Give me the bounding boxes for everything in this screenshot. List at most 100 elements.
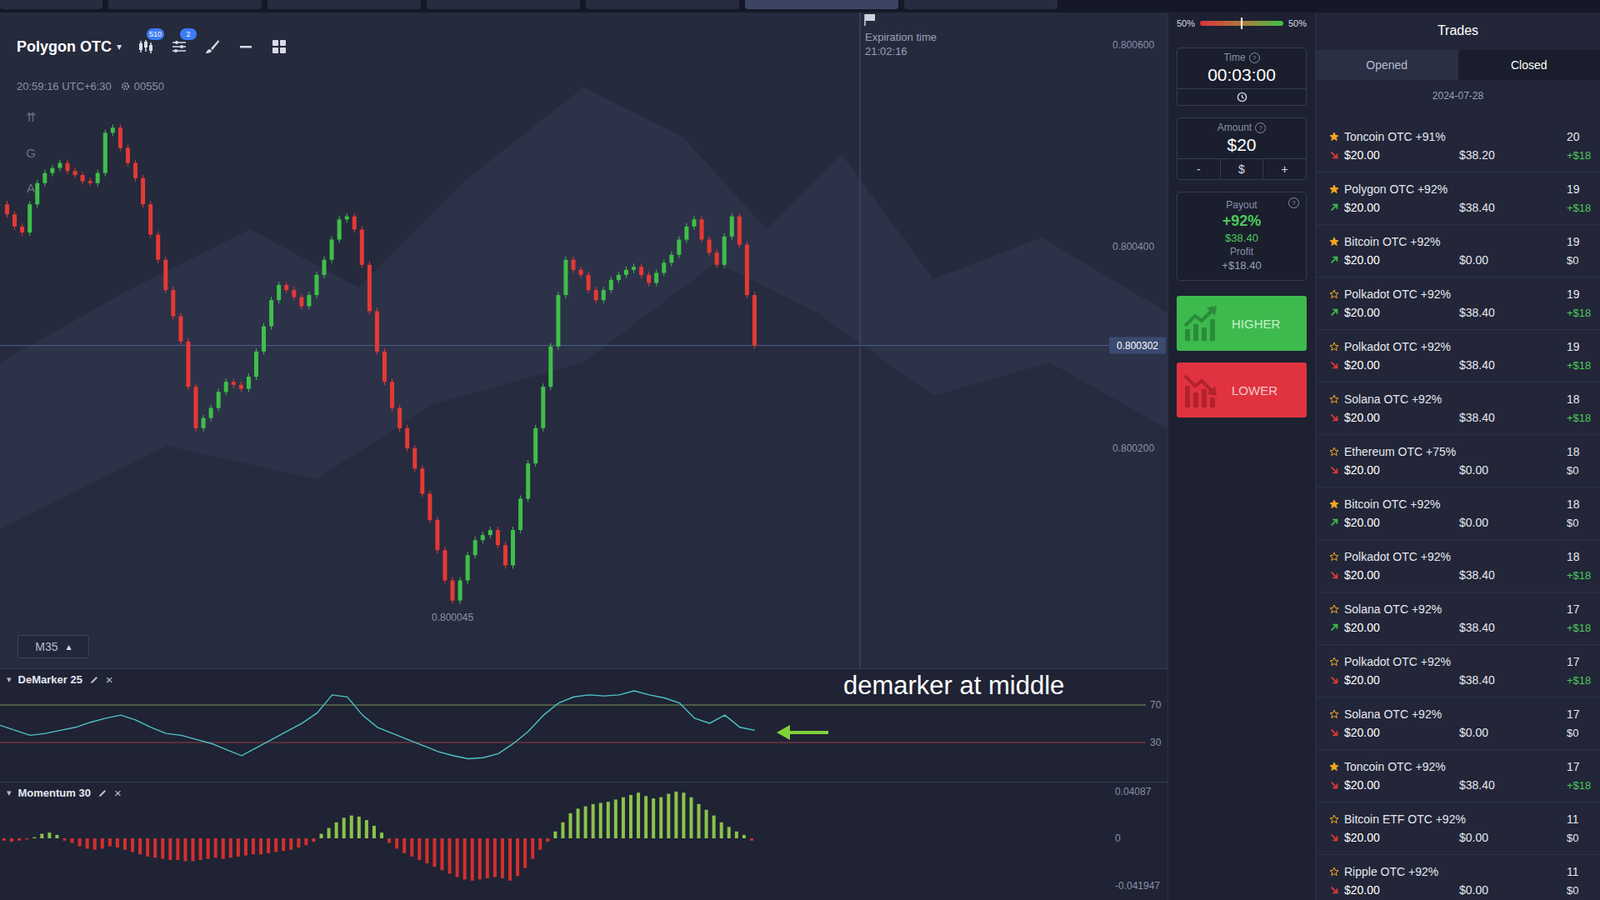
time-field[interactable]: Time? 00:03:00 — [1176, 47, 1307, 106]
trade-row[interactable]: Polkadot OTC +92% 19 $20.00 $38.40 +$18 — [1315, 277, 1600, 330]
momentum-bar — [78, 838, 82, 847]
top-tab[interactable] — [108, 0, 262, 10]
top-tab[interactable] — [745, 0, 899, 10]
star-icon[interactable] — [1329, 341, 1340, 352]
symbol-selector[interactable]: Polygon OTC▾ — [16, 38, 122, 56]
star-icon[interactable] — [1329, 709, 1340, 720]
candle — [65, 160, 70, 175]
candle — [700, 215, 705, 243]
drawing-button[interactable] — [203, 37, 222, 56]
trades-tab[interactable]: Opened — [1315, 50, 1459, 80]
top-tab[interactable] — [426, 0, 580, 10]
line-button[interactable] — [236, 37, 255, 56]
payout-percent: +92% — [1222, 212, 1262, 230]
trade-row[interactable]: Polkadot OTC +92% 19 $20.00 $38.40 +$18 — [1315, 330, 1600, 383]
trade-row[interactable]: Bitcoin OTC +92% 19 $20.00 $0.00 $0 — [1315, 225, 1600, 278]
star-icon[interactable] — [1329, 131, 1340, 142]
increase-button[interactable]: + — [1263, 159, 1306, 180]
remove-indicator[interactable]: × — [105, 672, 114, 687]
amount-field[interactable]: Amount? $20 - $ + — [1176, 117, 1307, 180]
momentum-bar — [402, 838, 406, 854]
trade-row[interactable]: Solana OTC +92% 17 $20.00 $0.00 $0 — [1315, 697, 1600, 750]
top-tab[interactable] — [585, 0, 740, 10]
time-value[interactable]: 00:03:00 — [1207, 63, 1276, 89]
momentum-bar — [560, 822, 565, 839]
momentum-bar — [221, 838, 225, 860]
momentum-bar — [523, 838, 527, 869]
amount-value[interactable]: $20 — [1226, 133, 1256, 159]
star-icon[interactable] — [1329, 656, 1340, 667]
collapse-toggle[interactable]: ▾ — [6, 674, 12, 685]
trade-row[interactable]: Solana OTC +92% 17 $20.00 $38.40 +$18 — [1315, 592, 1600, 645]
timeframe-button[interactable]: M35▴ — [17, 635, 90, 659]
trade-row[interactable]: Bitcoin ETF OTC +92% 11 $20.00 $0.00 $0 — [1315, 802, 1600, 855]
collapse-toggle[interactable]: ▾ — [6, 787, 12, 799]
candle — [231, 378, 236, 389]
momentum-bar — [440, 838, 444, 870]
pencil-icon[interactable] — [97, 788, 108, 799]
top-tab[interactable] — [0, 0, 103, 10]
star-icon[interactable] — [1329, 184, 1340, 195]
indicator-title: DeMarker 25 — [18, 673, 83, 686]
help-icon[interactable]: ? — [1249, 52, 1260, 64]
candle — [148, 200, 153, 238]
clock-icon[interactable] — [1236, 91, 1248, 103]
arrow-down-icon — [1329, 360, 1340, 370]
trades-tab[interactable]: Closed — [1458, 50, 1600, 80]
candle — [110, 124, 115, 136]
indicators-button[interactable]: 2 — [170, 37, 189, 56]
momentum-bar — [259, 838, 263, 855]
trade-row[interactable]: Bitcoin OTC +92% 18 $20.00 $0.00 $0 — [1315, 487, 1600, 540]
momentum-bar — [32, 837, 36, 839]
star-icon[interactable] — [1329, 814, 1340, 825]
decrease-button[interactable]: - — [1177, 159, 1220, 180]
trade-row[interactable]: Polkadot OTC +92% 18 $20.00 $38.40 +$18 — [1315, 540, 1600, 593]
trade-row[interactable]: Polygon OTC +92% 19 $20.00 $38.40 +$18 — [1315, 172, 1600, 225]
candle — [254, 348, 259, 380]
trade-row[interactable]: Polkadot OTC +92% 17 $20.00 $38.40 +$18 — [1315, 645, 1600, 698]
momentum-bar — [206, 838, 210, 860]
side-tool[interactable]: G — [21, 143, 40, 162]
top-tab[interactable] — [904, 0, 1058, 10]
chart-type-button[interactable]: 510 — [136, 37, 155, 56]
star-icon[interactable] — [1329, 289, 1340, 300]
lower-button[interactable]: LOWER — [1176, 362, 1307, 418]
candlestick-chart[interactable]: Expiration time21:02:160.8000450.8006000… — [0, 12, 1168, 669]
star-icon[interactable] — [1329, 604, 1340, 615]
help-icon[interactable]: ? — [1288, 197, 1300, 209]
arrow-down-icon — [1329, 832, 1340, 843]
arrow-up-icon — [1329, 202, 1340, 213]
trade-row[interactable]: Solana OTC +92% 18 $20.00 $38.40 +$18 — [1315, 382, 1600, 435]
star-icon[interactable] — [1329, 446, 1340, 457]
star-icon[interactable] — [1329, 761, 1340, 772]
price-tick: 0.800200 — [1112, 442, 1155, 455]
star-icon[interactable] — [1329, 499, 1340, 510]
star-icon[interactable] — [1329, 551, 1340, 562]
top-tab[interactable] — [267, 0, 421, 10]
expiration-line — [860, 12, 861, 669]
price-chart[interactable]: Expiration time21:02:160.8000450.8006000… — [0, 12, 1168, 669]
currency-button[interactable]: $ — [1220, 159, 1265, 180]
momentum-bar — [153, 838, 157, 858]
side-tool[interactable]: ⇈ — [21, 108, 40, 127]
star-icon[interactable] — [1329, 236, 1340, 247]
higher-button[interactable]: HIGHER — [1176, 295, 1307, 351]
momentum-tick: 0.04087 — [1115, 785, 1152, 798]
top-tab-bar — [0, 0, 1600, 13]
trade-row[interactable]: Ethereum OTC +75% 18 $20.00 $0.00 $0 — [1315, 435, 1600, 488]
star-icon[interactable] — [1329, 866, 1340, 877]
layout-button[interactable] — [270, 37, 289, 56]
candle — [57, 160, 62, 172]
candle — [382, 348, 387, 385]
side-tool[interactable]: A — [21, 178, 40, 197]
momentum-bar — [432, 838, 436, 867]
candle — [276, 281, 281, 304]
trade-row[interactable]: Ripple OTC +92% 11 $20.00 $0.00 $0 — [1315, 855, 1600, 900]
trade-row[interactable]: Toncoin OTC +91% 20 $20.00 $38.20 +$18 — [1315, 120, 1600, 173]
remove-indicator[interactable]: × — [114, 785, 122, 800]
pencil-icon[interactable] — [89, 675, 100, 685]
star-icon[interactable] — [1329, 394, 1340, 405]
trade-row[interactable]: Toncoin OTC +92% 17 $20.00 $38.40 +$18 — [1315, 750, 1600, 803]
momentum-bar — [229, 838, 233, 858]
help-icon[interactable]: ? — [1255, 122, 1266, 134]
